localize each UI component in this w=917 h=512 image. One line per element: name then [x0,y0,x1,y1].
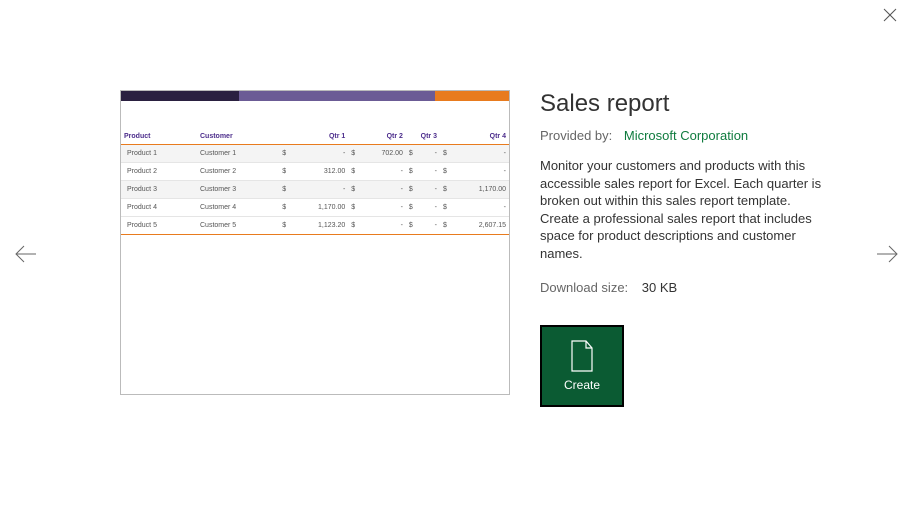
download-size-value: 30 KB [642,280,677,295]
table-row: Product 4Customer 4$1,170.00$-$-$- [121,199,509,217]
create-label: Create [564,378,600,392]
arrow-left-icon [14,242,38,266]
template-description: Monitor your customers and products with… [540,157,830,262]
download-size-row: Download size: 30 KB [540,280,857,295]
download-label: Download size: [540,280,628,295]
template-title: Sales report [540,90,857,118]
create-button[interactable]: Create [540,325,624,407]
preview-table: Product Customer Qtr 1 Qtr 2 Qtr 3 Qtr 4… [121,129,509,235]
table-row: Product 1Customer 1$-$702.00$-$- [121,145,509,163]
table-row: Product 5Customer 5$1,123.20$-$-$2,607.1… [121,217,509,235]
provided-label: Provided by: [540,128,612,143]
table-row: Product 3Customer 3$-$-$-$1,170.00 [121,181,509,199]
col-q1: Qtr 1 [279,129,348,145]
col-product: Product [121,129,197,145]
preview-header-stripe [121,91,509,101]
close-icon [883,8,897,22]
template-details: Sales report Provided by: Microsoft Corp… [540,90,857,407]
col-q3: Qtr 3 [406,129,440,145]
document-icon [569,340,595,372]
arrow-right-icon [875,242,899,266]
previous-template-button[interactable] [14,242,42,270]
col-customer: Customer [197,129,279,145]
col-q2: Qtr 2 [348,129,406,145]
template-preview: Product Customer Qtr 1 Qtr 2 Qtr 3 Qtr 4… [120,90,510,395]
provider-link[interactable]: Microsoft Corporation [624,128,748,143]
col-q4: Qtr 4 [440,129,509,145]
provided-by-row: Provided by: Microsoft Corporation [540,128,857,143]
template-detail-content: Product Customer Qtr 1 Qtr 2 Qtr 3 Qtr 4… [120,90,857,407]
table-row: Product 2Customer 2$312.00$-$-$- [121,163,509,181]
next-template-button[interactable] [875,242,903,270]
close-button[interactable] [883,8,903,28]
